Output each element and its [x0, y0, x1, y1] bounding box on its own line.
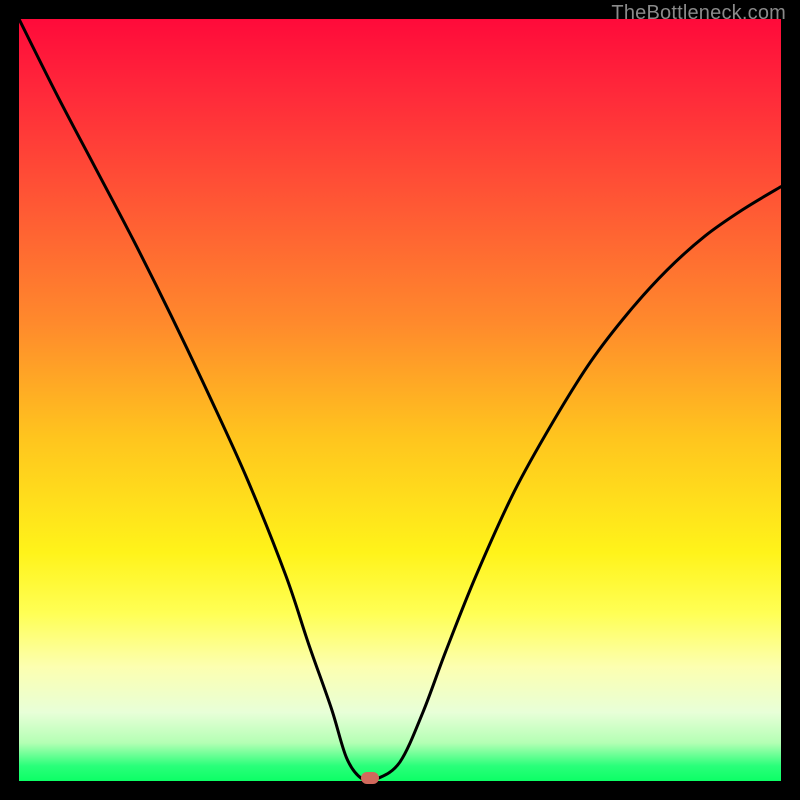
bottleneck-curve — [19, 19, 781, 781]
watermark-text: TheBottleneck.com — [611, 2, 786, 25]
chart-frame: TheBottleneck.com — [0, 0, 800, 800]
optimal-point-marker — [361, 772, 379, 784]
plot-area — [19, 19, 781, 781]
